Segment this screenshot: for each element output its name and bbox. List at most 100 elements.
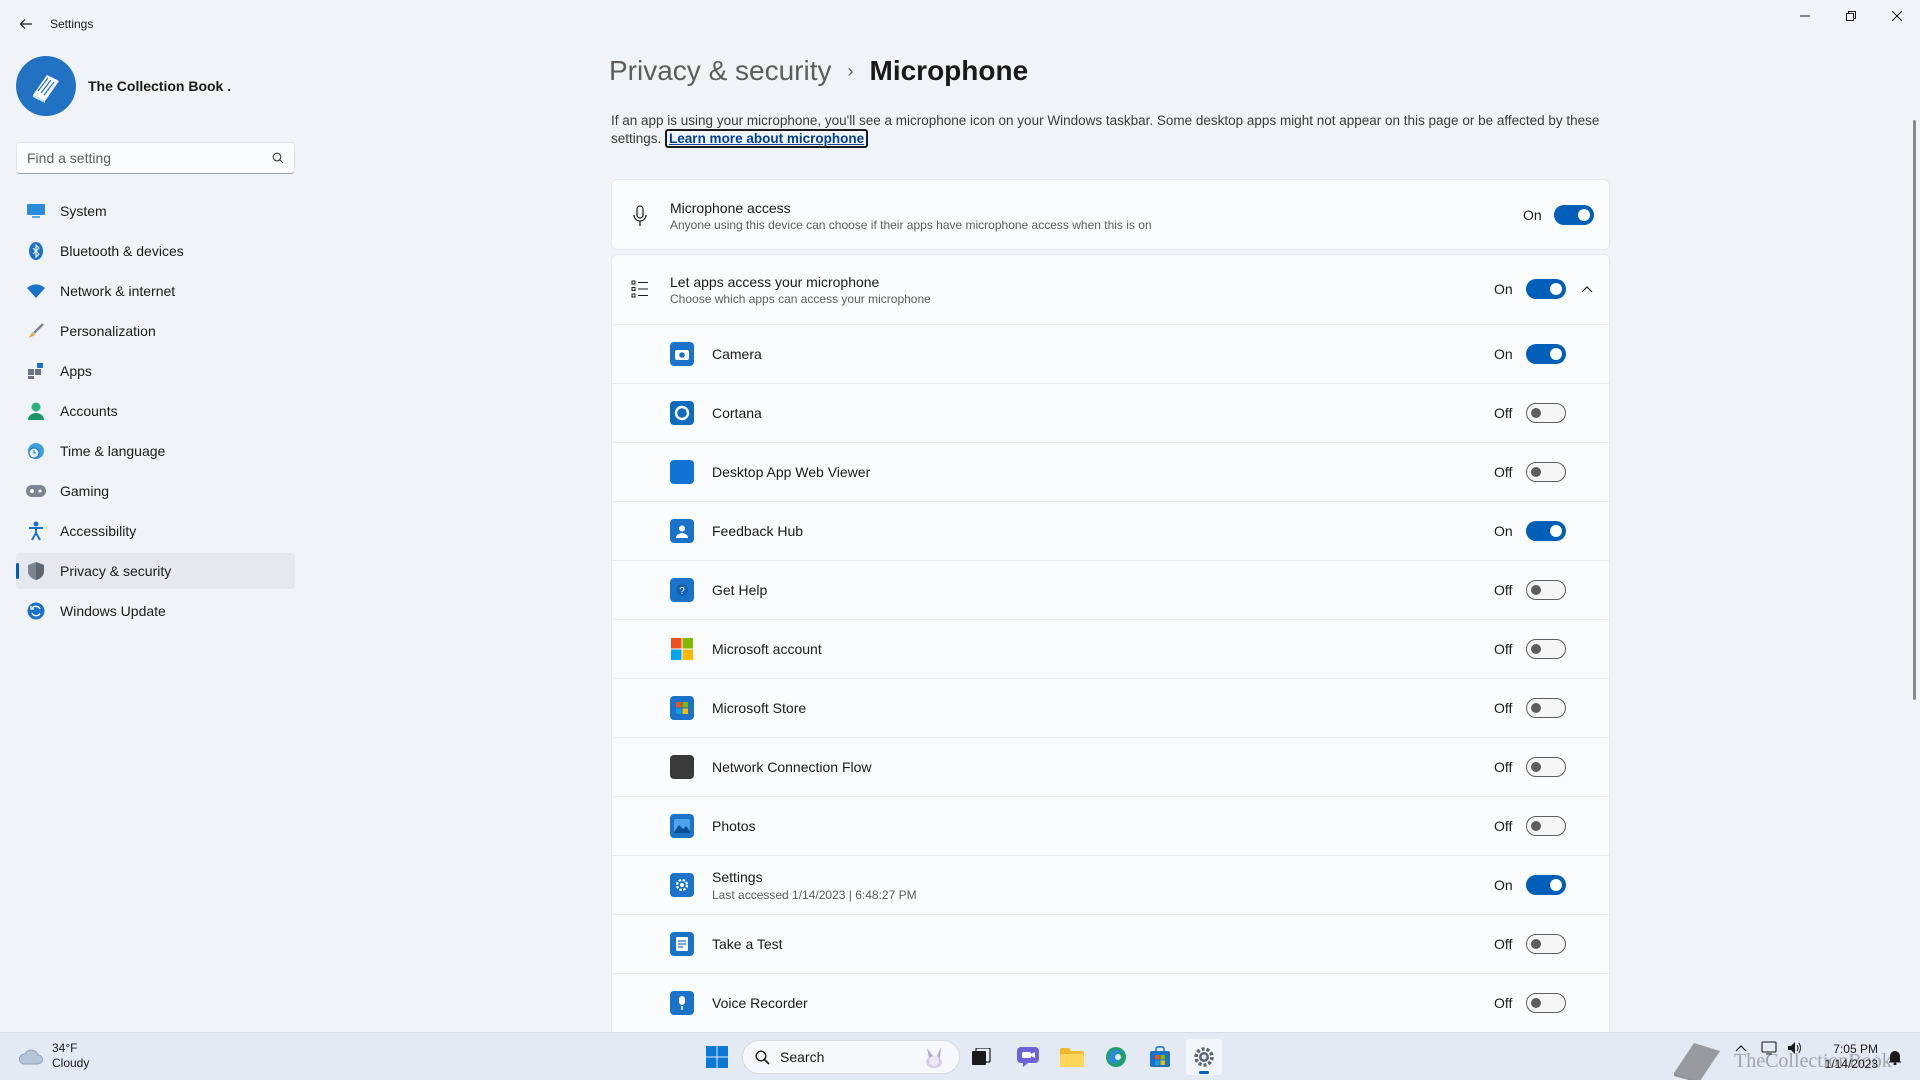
- user-profile[interactable]: The Collection Book .: [16, 56, 231, 116]
- gamepad-icon: [26, 481, 46, 501]
- person-icon: [26, 401, 46, 421]
- app-last-accessed: Last accessed 1/14/2023 | 6:48:27 PM: [712, 888, 917, 902]
- teams-chat-button[interactable]: [1010, 1039, 1046, 1075]
- scrollbar[interactable]: [1913, 120, 1916, 700]
- taskbar-search[interactable]: Search: [742, 1040, 960, 1074]
- settings-taskbar-button[interactable]: [1186, 1039, 1222, 1075]
- back-button[interactable]: [12, 10, 40, 38]
- clock-date: 1/14/2023: [1824, 1057, 1878, 1071]
- svg-text:?: ?: [679, 586, 685, 597]
- sidebar-item-accounts[interactable]: Accounts: [16, 393, 295, 429]
- sidebar-item-network[interactable]: Network & internet: [16, 273, 295, 309]
- sidebar-item-apps[interactable]: Apps: [16, 353, 295, 389]
- globe-clock-icon: [26, 441, 46, 461]
- app-state: On: [1494, 523, 1513, 539]
- settings-gear-icon: [670, 873, 694, 897]
- clock[interactable]: 7:05 PM 1/14/2023: [1808, 1042, 1878, 1072]
- weather-condition: Cloudy: [52, 1056, 90, 1070]
- store-bag-icon: [1150, 1046, 1170, 1067]
- start-button[interactable]: [699, 1039, 735, 1075]
- app-row-get-help: ? Get Help Off: [612, 560, 1609, 619]
- app-state: Off: [1494, 936, 1513, 952]
- chevron-up-icon[interactable]: [1735, 1044, 1747, 1052]
- app-row-microsoft-store: Microsoft Store Off: [612, 678, 1609, 737]
- shield-icon: [26, 561, 46, 581]
- network-icon[interactable]: [1761, 1041, 1777, 1055]
- microphone-access-state: On: [1523, 207, 1542, 223]
- app-row-settings: Settings Last accessed 1/14/2023 | 6:48:…: [612, 855, 1609, 914]
- weather-widget[interactable]: 34°F Cloudy: [18, 1041, 89, 1071]
- app-name: Camera: [712, 346, 762, 362]
- app-name: Network Connection Flow: [712, 759, 872, 775]
- close-button[interactable]: [1874, 0, 1920, 32]
- take-a-test-toggle[interactable]: [1526, 934, 1566, 954]
- sidebar-item-personalization[interactable]: Personalization: [16, 313, 295, 349]
- edge-browser-button[interactable]: [1098, 1039, 1134, 1075]
- title-bar: Settings: [0, 0, 1920, 48]
- let-apps-subtitle: Choose which apps can access your microp…: [670, 292, 931, 306]
- sidebar-item-gaming[interactable]: Gaming: [16, 473, 295, 509]
- store-icon: [670, 696, 694, 720]
- app-row-voice-recorder: Voice Recorder Off: [612, 973, 1609, 1032]
- notifications-button[interactable]: [1880, 1039, 1910, 1075]
- volume-icon[interactable]: [1787, 1041, 1803, 1055]
- breadcrumb-separator: ›: [847, 60, 854, 81]
- sidebar-item-bluetooth[interactable]: Bluetooth & devices: [16, 233, 295, 269]
- app-state: On: [1494, 877, 1513, 893]
- web-viewer-icon: [670, 460, 694, 484]
- back-arrow-icon: [19, 19, 32, 29]
- sidebar-item-privacy-security[interactable]: Privacy & security: [16, 553, 295, 589]
- let-apps-access-row[interactable]: Let apps access your microphone Choose w…: [612, 255, 1609, 324]
- app-access-card: Let apps access your microphone Choose w…: [611, 254, 1610, 1054]
- settings-toggle[interactable]: [1526, 875, 1566, 895]
- microsoft-store-toggle[interactable]: [1526, 698, 1566, 718]
- accessibility-icon: [26, 521, 46, 541]
- camera-toggle[interactable]: [1526, 344, 1566, 364]
- app-state: Off: [1494, 405, 1513, 421]
- cortana-toggle[interactable]: [1526, 403, 1566, 423]
- voice-recorder-toggle[interactable]: [1526, 993, 1566, 1013]
- get-help-icon: ?: [670, 578, 694, 602]
- microphone-access-title: Microphone access: [670, 200, 791, 216]
- settings-search[interactable]: [16, 142, 295, 174]
- file-explorer-button[interactable]: [1054, 1039, 1090, 1075]
- feedback-hub-icon: [670, 519, 694, 543]
- page-description: If an app is using your microphone, you'…: [611, 112, 1611, 148]
- feedback-hub-toggle[interactable]: [1526, 521, 1566, 541]
- network-connection-flow-toggle[interactable]: [1526, 757, 1566, 777]
- app-name: Microsoft account: [712, 641, 822, 657]
- let-apps-title: Let apps access your microphone: [670, 274, 880, 290]
- sidebar-item-system[interactable]: System: [16, 193, 295, 229]
- microsoft-account-toggle[interactable]: [1526, 639, 1566, 659]
- microsoft-store-taskbar-button[interactable]: [1142, 1039, 1178, 1075]
- photos-toggle[interactable]: [1526, 816, 1566, 836]
- folder-icon: [1060, 1048, 1084, 1067]
- sidebar-item-accessibility[interactable]: Accessibility: [16, 513, 295, 549]
- task-view-button[interactable]: [964, 1039, 1000, 1075]
- system-tray: [1735, 1041, 1803, 1055]
- windows-logo-icon: [706, 1046, 728, 1068]
- microphone-access-subtitle: Anyone using this device can choose if t…: [670, 218, 1152, 232]
- chevron-up-icon[interactable]: [1579, 281, 1595, 297]
- photos-icon: [670, 814, 694, 838]
- app-row-cortana: Cortana Off: [612, 383, 1609, 442]
- desktop-app-web-viewer-toggle[interactable]: [1526, 462, 1566, 482]
- microphone-access-toggle[interactable]: [1554, 205, 1594, 225]
- system-icon: [26, 201, 46, 221]
- let-apps-toggle[interactable]: [1526, 279, 1566, 299]
- sidebar-item-time-language[interactable]: Time & language: [16, 433, 295, 469]
- list-icon: [628, 277, 652, 301]
- learn-more-link[interactable]: Learn more about microphone: [665, 129, 869, 148]
- sidebar-item-windows-update[interactable]: Windows Update: [16, 593, 295, 629]
- edge-icon: [1106, 1047, 1126, 1067]
- get-help-toggle[interactable]: [1526, 580, 1566, 600]
- breadcrumb: Privacy & security › Microphone: [609, 55, 1028, 87]
- book-logo-icon: [33, 75, 59, 103]
- search-input[interactable]: [27, 150, 272, 166]
- taskbar: 34°F Cloudy Search TheCollectionBook 7:0…: [0, 1032, 1920, 1080]
- breadcrumb-parent[interactable]: Privacy & security: [609, 55, 832, 87]
- bell-icon: [1888, 1051, 1902, 1065]
- app-title: Settings: [50, 17, 94, 31]
- minimize-button[interactable]: [1782, 0, 1828, 32]
- restore-button[interactable]: [1828, 0, 1874, 32]
